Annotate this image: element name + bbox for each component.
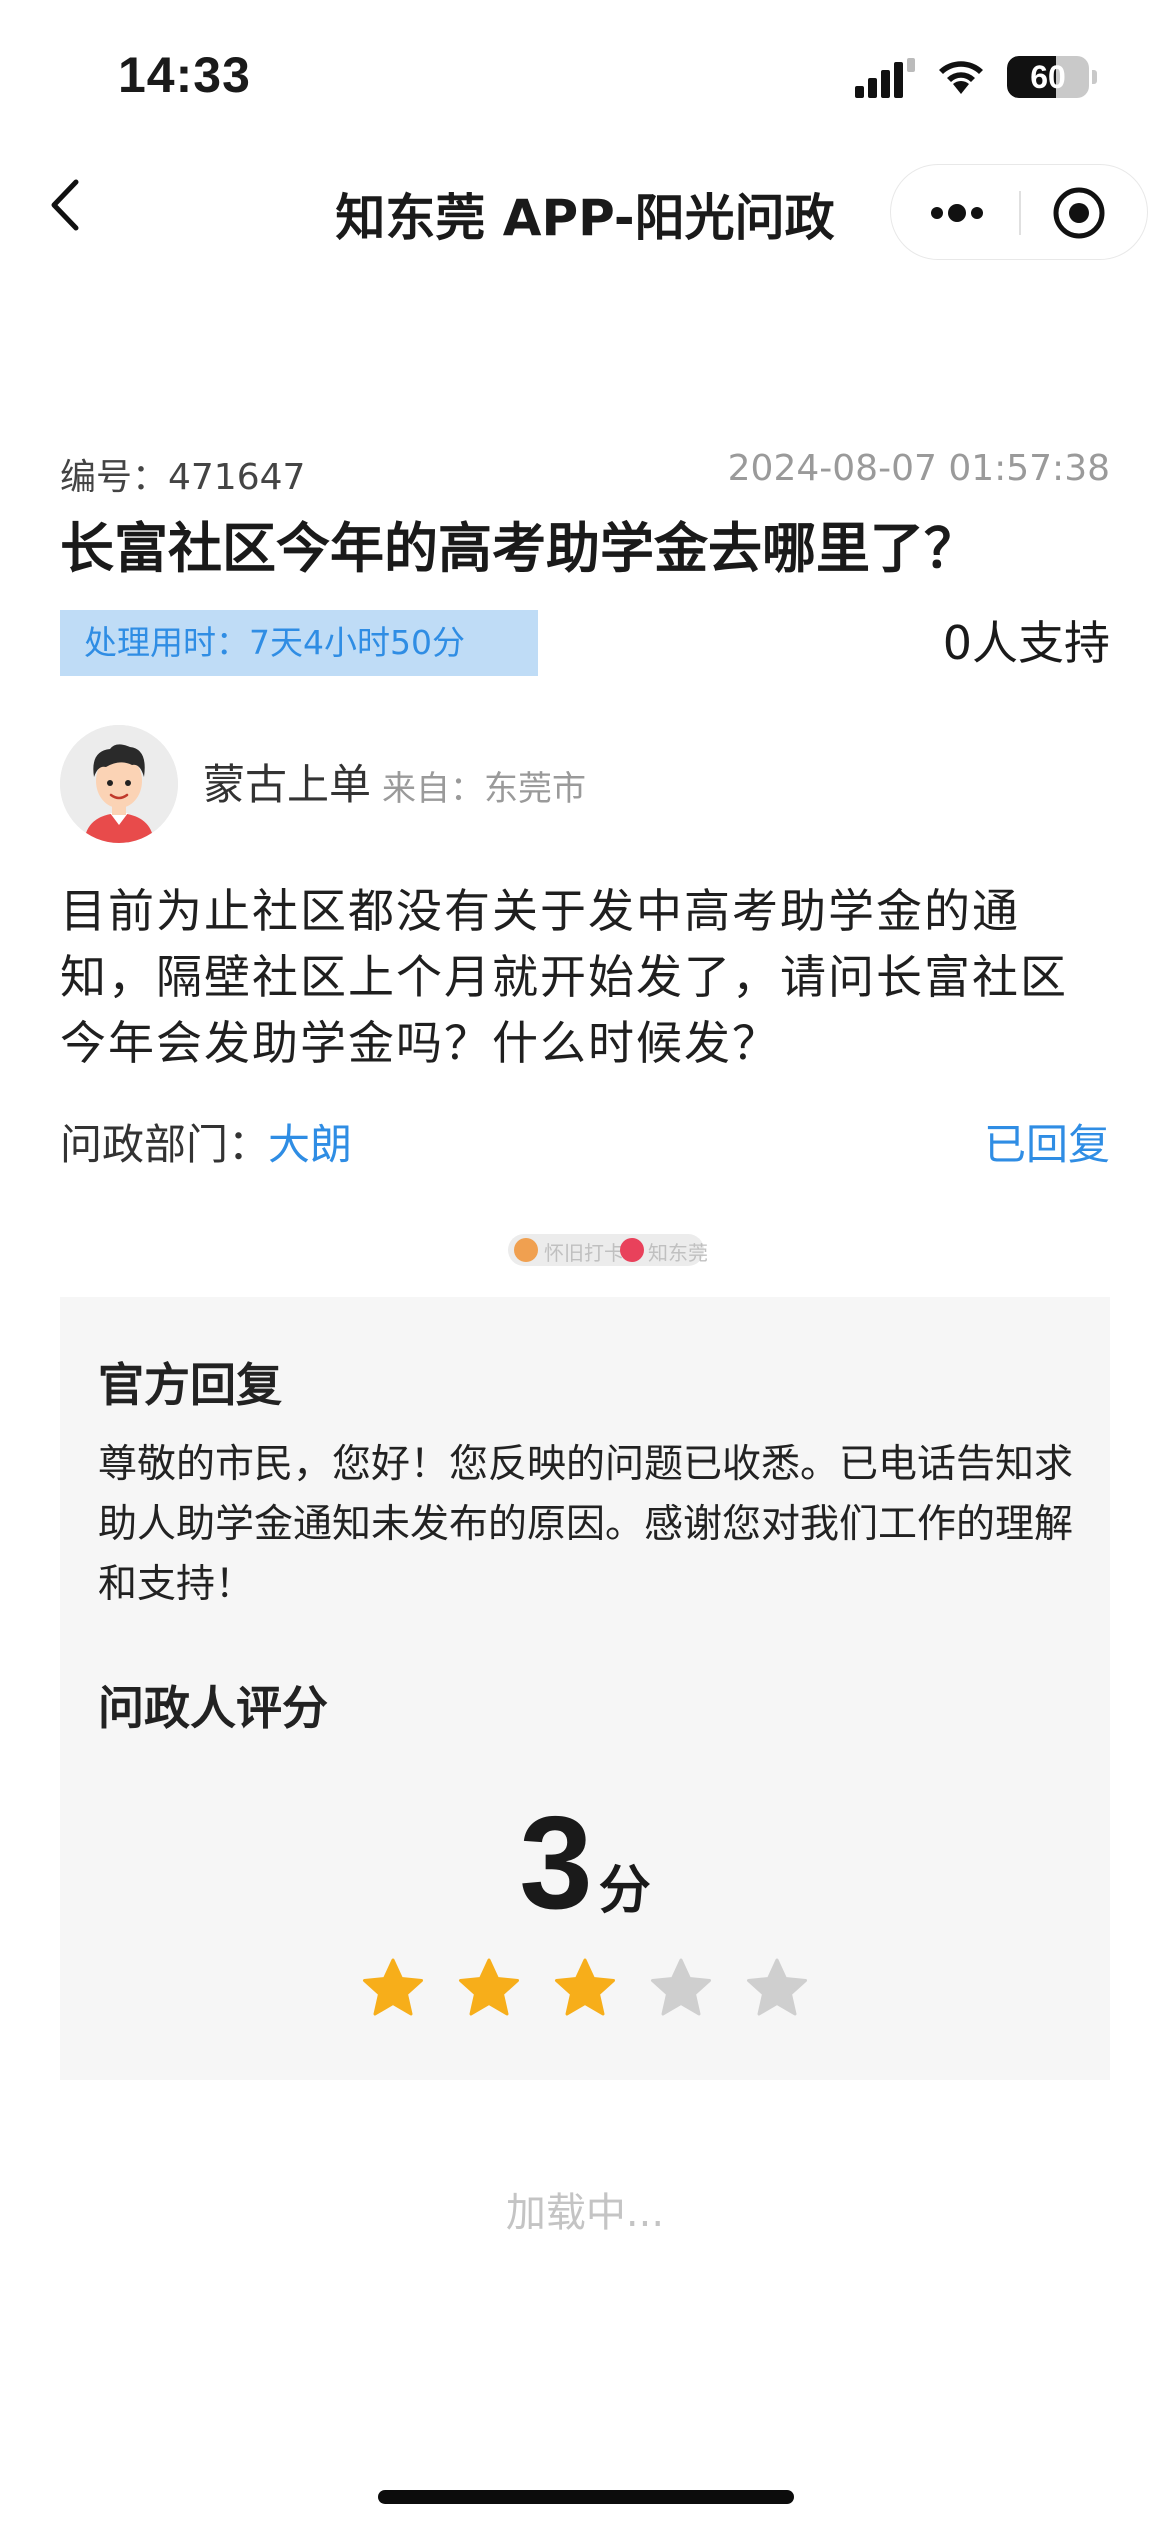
signal-icon [855, 58, 915, 98]
department-row: 问政部门： 大朗 已回复 [60, 1110, 1110, 1180]
watermark-logo-icon [514, 1238, 538, 1262]
watermark: 怀旧打卡 知东莞 [508, 1234, 708, 1266]
battery-level: 60 [1030, 59, 1066, 95]
star-empty-icon [747, 1958, 807, 2016]
page-title: 知东莞 APP-阳光问政 [335, 189, 835, 247]
avatar[interactable] [60, 725, 178, 843]
question-meta: 编号：471647 2024-08-07 01:57:38 [60, 448, 1110, 498]
status-bar: 14:33 60 [0, 0, 1170, 150]
rating-heading: 问政人评分 [98, 1681, 328, 1735]
department-label: 问政部门： [60, 1120, 271, 1169]
page: 14:33 60 知东莞 APP-阳光问政 编号：471647 2024-08-… [0, 0, 1170, 2532]
battery-icon: 60 [1007, 56, 1097, 98]
capsule-divider [1019, 191, 1021, 235]
question-body: 目前为止社区都没有关于发中高考助学金的通知，隔壁社区上个月就开始发了，请问长富社… [60, 884, 1068, 1070]
score-number: 3 [519, 1789, 593, 1936]
back-arrow-icon[interactable] [40, 170, 100, 240]
score-unit: 分 [598, 1861, 651, 1921]
star-filled-icon [555, 1958, 615, 2016]
author-location: 来自：东莞市 [382, 769, 586, 809]
loading-text: 加载中... [505, 2190, 665, 2236]
question-datetime: 2024-08-07 01:57:38 [727, 448, 1110, 489]
watermark-app-icon [620, 1238, 644, 1262]
department-link[interactable]: 大朗 [268, 1110, 352, 1180]
more-dots-icon[interactable] [927, 185, 987, 241]
official-reply-card: 官方回复 尊敬的市民，您好！您反映的问题已收悉。已电话告知求助人助学金通知未发布… [60, 1297, 1110, 2080]
star-empty-icon [651, 1958, 711, 2016]
status-time: 14:33 [118, 47, 251, 103]
processing-time-badge: 处理用时：7天4小时50分 [60, 610, 538, 676]
watermark-right-text: 知东莞 [648, 1241, 708, 1265]
author-name[interactable]: 蒙古上单 [203, 755, 371, 815]
home-indicator[interactable] [378, 2490, 794, 2504]
nav-bar: 知东莞 APP-阳光问政 [0, 150, 1170, 270]
reply-text: 尊敬的市民，您好！您反映的问题已收悉。已电话告知求助人助学金通知未发布的原因。感… [98, 1442, 1074, 1607]
star-filled-icon [363, 1958, 423, 2016]
question-title: 长富社区今年的高考助学金去哪里了？ [60, 517, 978, 580]
question-serial: 编号：471647 [60, 457, 306, 498]
star-filled-icon [459, 1958, 519, 2016]
avatar-cartoon-icon [60, 725, 178, 843]
rating-score: 3分 [60, 1787, 1110, 1938]
reply-status: 已回复 [983, 1120, 1110, 1169]
reply-heading: 官方回复 [98, 1358, 282, 1412]
wifi-icon [939, 61, 983, 94]
close-target-icon[interactable] [1051, 185, 1107, 241]
mini-program-capsule [890, 164, 1148, 260]
support-count[interactable]: 0人支持 [943, 610, 1110, 676]
rating-stars [60, 1957, 1110, 2027]
watermark-left-text: 怀旧打卡 [544, 1241, 624, 1265]
